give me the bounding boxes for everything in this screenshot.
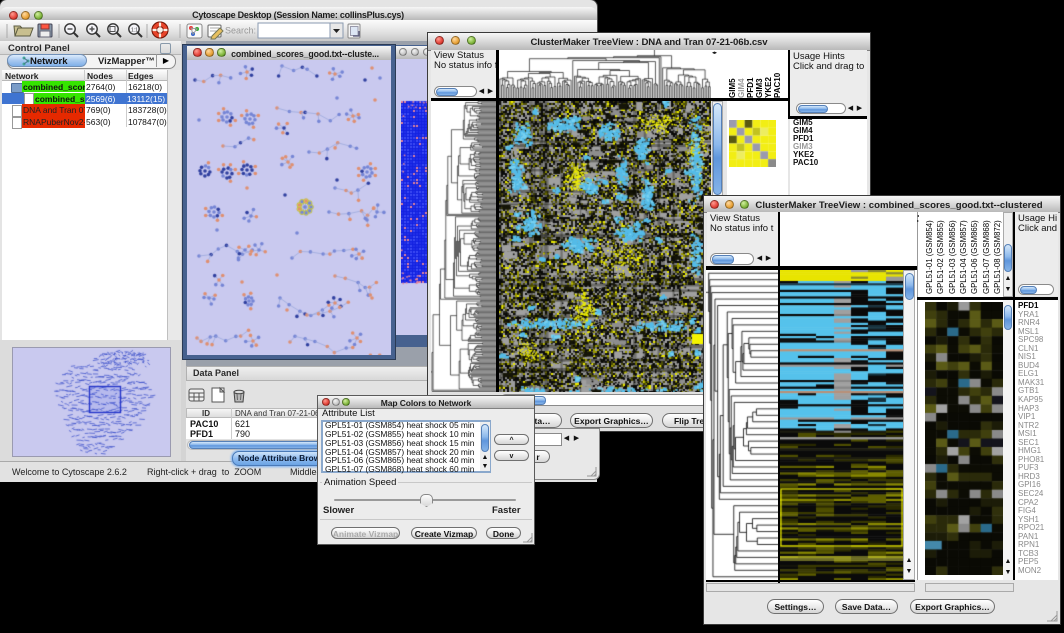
svg-text:Search:: Search: (225, 26, 256, 36)
svg-text:1:1: 1:1 (131, 28, 138, 34)
